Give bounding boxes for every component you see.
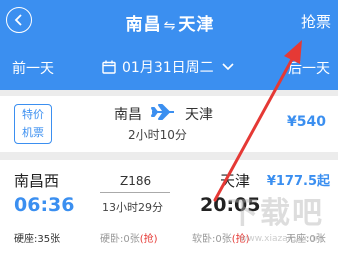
depart-station: 南昌西 [14,172,60,190]
flight-promo-card[interactable]: 特价 机票 南昌 天津 2小时10分 ¥540 [0,96,338,152]
chevron-down-icon [222,63,234,71]
seat-hard-sleeper[interactable]: 硬卧:0张(抢) [100,230,158,245]
route-line [100,192,170,193]
selected-date: 01月31日周二 [122,60,214,76]
grab-hard-sleeper[interactable]: (抢) [140,234,158,245]
to-city: 天津 [178,15,215,35]
watermark-url: www.xiazaiba.com [240,234,324,244]
swap-icon[interactable]: ⇋ [164,18,177,34]
train-number: Z186 [120,174,152,188]
airplane-icon [151,104,174,120]
badge-line2: 机票 [22,126,44,139]
calendar-icon [102,60,116,74]
prev-day-button[interactable]: 前一天 [12,58,54,78]
watermark-logo: 下载吧 [228,196,324,231]
next-day-button[interactable]: 后一天 [288,58,330,78]
special-flight-badge: 特价 机票 [14,104,52,144]
date-selector[interactable]: 01月31日周二 [102,57,234,77]
promo-price: ¥540 [287,114,326,130]
promo-to-city: 天津 [185,107,213,123]
from-city: 南昌 [125,15,162,35]
train-duration: 13小时29分 [102,201,163,214]
depart-time: 06:36 [14,194,75,216]
seat-hard-seat: 硬座:35张 [14,234,61,245]
badge-line1: 特价 [22,108,44,121]
back-button[interactable] [6,7,32,33]
route-title: 南昌 ⇋ 天津 [100,10,240,35]
grab-ticket-button[interactable]: 抢票 [301,11,331,32]
promo-from-city: 南昌 [114,107,142,123]
train-price: ¥177.5起 [266,174,330,189]
chevron-left-icon [14,14,22,26]
date-bar: 前一天 01月31日周二 后一天 [0,45,338,90]
promo-duration: 2小时10分 [128,128,187,142]
top-header: 南昌 ⇋ 天津 抢票 [0,0,338,45]
